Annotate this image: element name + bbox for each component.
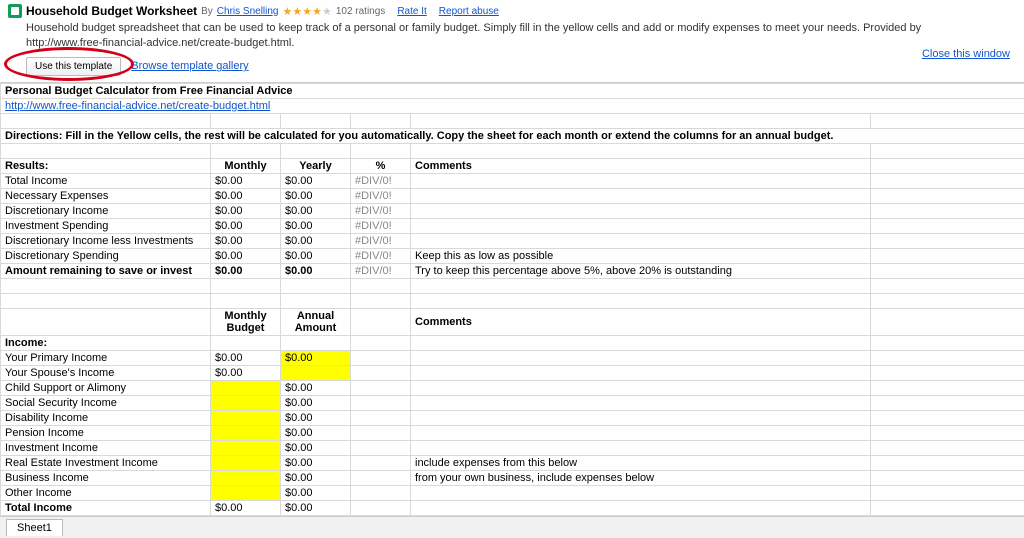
spreadsheet-area[interactable]: Personal Budget Calculator from Free Fin…: [0, 82, 1024, 516]
income-row[interactable]: Investment Income$0.00: [1, 440, 1024, 455]
sheet-tabs: Sheet1: [0, 516, 1024, 538]
spreadsheet-icon: [8, 4, 22, 18]
income-row[interactable]: Pension Income$0.00: [1, 425, 1024, 440]
income-row[interactable]: Child Support or Alimony$0.00: [1, 380, 1024, 395]
spreadsheet-grid[interactable]: Personal Budget Calculator from Free Fin…: [0, 83, 1024, 516]
income-row[interactable]: Disability Income$0.00: [1, 410, 1024, 425]
income-section-label: Income:: [1, 335, 1024, 350]
ratings-count: 102 ratings: [336, 6, 385, 17]
rating-stars[interactable]: ★★★★★: [283, 5, 332, 18]
rate-it-link[interactable]: Rate It: [397, 6, 426, 17]
document-title: Household Budget Worksheet: [26, 4, 197, 18]
author-link[interactable]: Chris Snelling: [217, 6, 279, 17]
results-row[interactable]: Discretionary Income$0.00$0.00#DIV/0!: [1, 203, 1024, 218]
use-template-button[interactable]: Use this template: [26, 57, 121, 76]
browse-gallery-link[interactable]: Browse template gallery: [131, 60, 248, 72]
results-row[interactable]: Discretionary Income less Investments$0.…: [1, 233, 1024, 248]
template-header: Household Budget Worksheet By Chris Snel…: [0, 0, 1024, 76]
income-row[interactable]: Your Spouse's Income$0.00: [1, 365, 1024, 380]
template-action-row: Use this template Browse template galler…: [8, 57, 1016, 76]
directions-text: Directions: Fill in the Yellow cells, th…: [1, 128, 1024, 143]
results-row[interactable]: Discretionary Spending$0.00$0.00#DIV/0!K…: [1, 248, 1024, 263]
income-row[interactable]: Real Estate Investment Income$0.00includ…: [1, 455, 1024, 470]
sheet-title: Personal Budget Calculator from Free Fin…: [1, 83, 1024, 98]
income-row[interactable]: Your Primary Income$0.00$0.00: [1, 350, 1024, 365]
results-row[interactable]: Total Income$0.00$0.00#DIV/0!: [1, 173, 1024, 188]
results-header-row: Results:MonthlyYearly%Comments: [1, 158, 1024, 173]
report-abuse-link[interactable]: Report abuse: [439, 6, 499, 17]
by-label: By: [201, 6, 213, 17]
results-row[interactable]: Amount remaining to save or invest$0.00$…: [1, 263, 1024, 278]
income-row[interactable]: Social Security Income$0.00: [1, 395, 1024, 410]
tab-sheet1[interactable]: Sheet1: [6, 519, 63, 536]
results-row[interactable]: Necessary Expenses$0.00$0.00#DIV/0!: [1, 188, 1024, 203]
close-window-link[interactable]: Close this window: [922, 48, 1010, 60]
income-total-row: Total Income$0.00$0.00: [1, 500, 1024, 515]
results-row[interactable]: Investment Spending$0.00$0.00#DIV/0!: [1, 218, 1024, 233]
income-row[interactable]: Other Income$0.00: [1, 485, 1024, 500]
income-row[interactable]: Business Income$0.00from your own busine…: [1, 470, 1024, 485]
title-row: Household Budget Worksheet By Chris Snel…: [8, 4, 1016, 18]
template-description: Household budget spreadsheet that can be…: [8, 18, 978, 57]
income-header-row: Monthly BudgetAnnual AmountComments: [1, 308, 1024, 335]
source-link[interactable]: http://www.free-financial-advice.net/cre…: [1, 98, 1024, 113]
